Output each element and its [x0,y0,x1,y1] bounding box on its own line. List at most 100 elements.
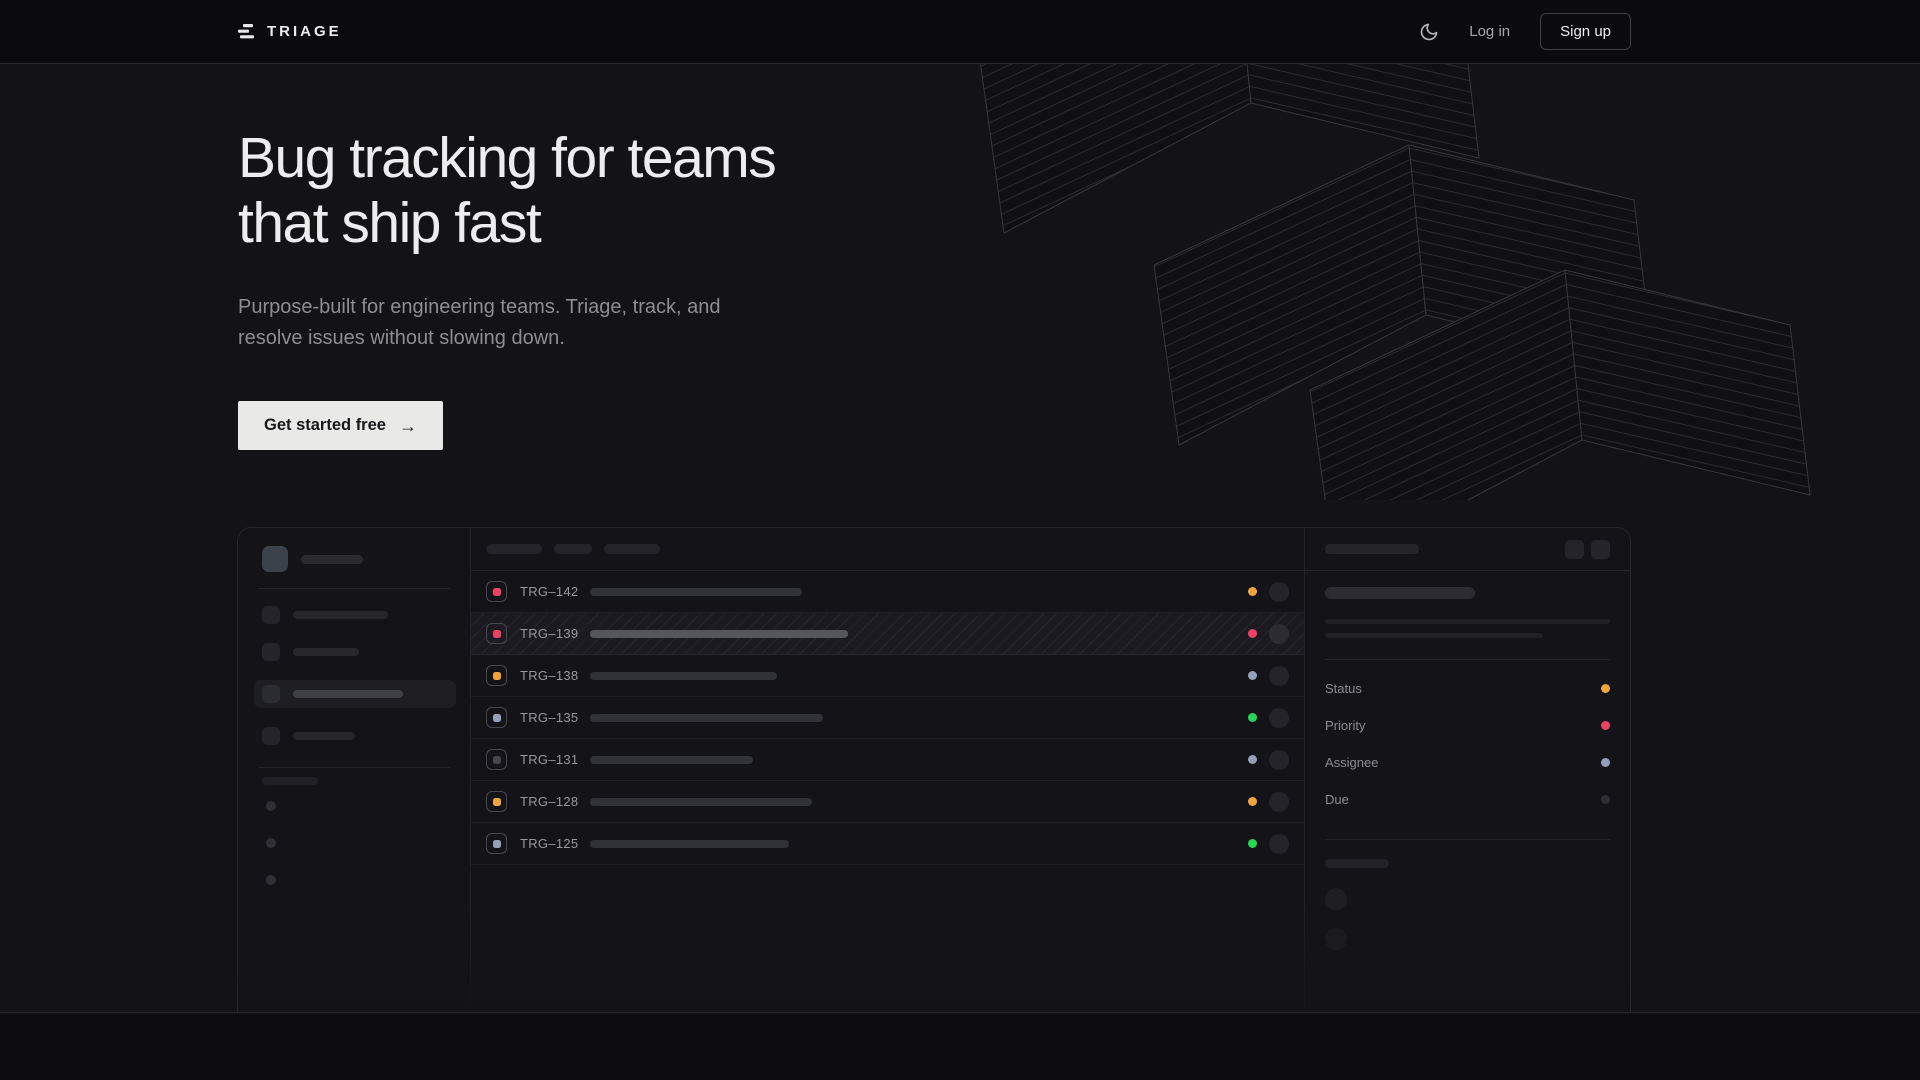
detail-field-row[interactable]: Status [1325,670,1610,707]
issue-title-placeholder [590,756,753,764]
sidebar-dot [266,801,276,811]
section-label-placeholder [262,777,318,785]
signup-button[interactable]: Sign up [1540,13,1631,50]
sidebar-dot [266,838,276,848]
field-value-dot [1601,684,1610,693]
assignee-avatar[interactable] [1269,834,1289,854]
sidebar-nav-item[interactable] [262,727,446,745]
status-dot [1248,671,1257,680]
issue-rows: TRG–142 TRG–139 [471,571,1304,865]
get-started-button[interactable]: Get started free → [238,401,443,450]
issue-type-icon [486,623,507,644]
detail-fields: Status Priority Assignee [1325,670,1610,818]
issue-row[interactable]: TRG–125 [471,823,1304,865]
nav-item-label-placeholder [293,732,355,740]
nav-item-icon [262,643,280,661]
issue-row[interactable]: TRG–138 [471,655,1304,697]
nav-item-label-placeholder [293,611,388,619]
issue-id: TRG–125 [520,836,582,851]
sidebar-dot [266,875,276,885]
issue-id: TRG–131 [520,752,582,767]
issue-title-placeholder [590,840,789,848]
nav-item-icon [262,727,280,745]
activity-avatar [1325,928,1347,950]
status-dot [1248,797,1257,806]
issue-row[interactable]: TRG–131 [471,739,1304,781]
title-line-1: Bug tracking for teams [238,126,775,190]
workspace-avatar [262,546,288,572]
theme-toggle[interactable] [1419,22,1439,42]
detail-action-button[interactable] [1591,540,1610,559]
sidebar-nav-item[interactable] [262,643,446,661]
preview-sidebar [238,528,471,1013]
assignee-avatar[interactable] [1269,582,1289,602]
issue-row[interactable]: TRG–135 [471,697,1304,739]
app-preview-panel: TRG–142 TRG–139 [237,527,1631,1013]
description-line-placeholder [1325,619,1610,624]
filter-tab-placeholder[interactable] [604,544,660,554]
workspace-name-placeholder [301,555,363,564]
field-value-dot [1601,795,1610,804]
issue-type-icon [486,581,507,602]
wireframe-decoration [900,64,1920,500]
status-dot [1248,629,1257,638]
activity-label-placeholder [1325,859,1389,868]
issue-id: TRG–135 [520,710,582,725]
field-value-dot [1601,758,1610,767]
assignee-avatar[interactable] [1269,624,1289,644]
status-dot [1248,839,1257,848]
field-label: Priority [1325,718,1365,733]
filter-tab-placeholder[interactable] [486,544,542,554]
assignee-avatar[interactable] [1269,750,1289,770]
assignee-avatar[interactable] [1269,792,1289,812]
sidebar-nav-item[interactable] [254,680,456,708]
issue-row[interactable]: TRG–142 [471,571,1304,613]
divider [1325,659,1610,660]
issue-row[interactable]: TRG–128 [471,781,1304,823]
cta-label: Get started free [264,416,386,435]
issue-type-icon [486,665,507,686]
detail-field-row[interactable]: Assignee [1325,744,1610,781]
nav-item-icon [262,606,280,624]
hero-subtitle: Purpose-built for engineering teams. Tri… [238,292,998,354]
status-dot [1248,755,1257,764]
issue-type-icon [486,833,507,854]
detail-body: Status Priority Assignee [1305,571,1630,950]
detail-header [1305,528,1630,571]
divider [1325,839,1610,840]
workspace-switcher[interactable] [262,546,446,572]
issue-row[interactable]: TRG–139 [471,613,1304,655]
nav-item-label-placeholder [293,648,359,656]
detail-field-row[interactable]: Due [1325,781,1610,818]
assignee-avatar[interactable] [1269,666,1289,686]
assignee-avatar[interactable] [1269,708,1289,728]
issue-id: TRG–139 [520,626,582,641]
hero-copy: Bug tracking for teams that ship fast Pu… [238,64,998,450]
detail-action-button[interactable] [1565,540,1584,559]
issue-heading-placeholder [1325,587,1475,599]
logo[interactable]: TRIAGE [238,23,342,40]
issue-list-header [471,528,1304,571]
login-link[interactable]: Log in [1469,23,1510,40]
sidebar-nav-item[interactable] [262,606,446,624]
issue-id: TRG–138 [520,668,582,683]
filter-tab-placeholder[interactable] [554,544,592,554]
page-title: Bug tracking for teams that ship fast [238,126,998,256]
issue-id: TRG–142 [520,584,582,599]
brand-name: TRIAGE [267,23,342,40]
detail-field-row[interactable]: Priority [1325,707,1610,744]
status-dot [1248,713,1257,722]
title-line-2: that ship fast [238,191,540,255]
arrow-right-icon: → [399,418,417,434]
issue-type-icon [486,707,507,728]
field-label: Assignee [1325,755,1378,770]
detail-header-actions [1565,540,1610,559]
issue-detail-panel: Status Priority Assignee [1304,528,1630,1013]
issue-title-placeholder [590,798,812,806]
top-navbar: TRIAGE Log in Sign up [0,0,1920,64]
moon-icon [1419,22,1439,42]
issue-type-icon [486,749,507,770]
nav-item-label-placeholder [293,690,403,698]
field-value-dot [1601,721,1610,730]
hero-section: Bug tracking for teams that ship fast Pu… [0,64,1920,1013]
